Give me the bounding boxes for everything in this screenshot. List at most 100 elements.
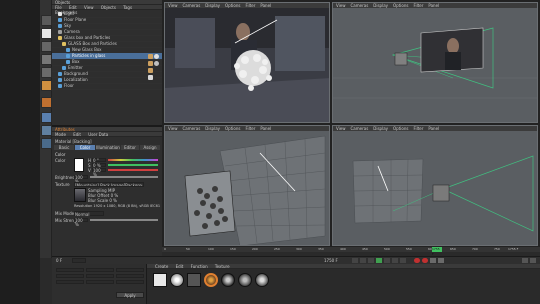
objects-panel: Objects File Edit View Objects Tags Book…: [52, 0, 162, 125]
cube-icon[interactable]: [41, 54, 52, 65]
texture-tag-icon[interactable]: [154, 61, 159, 66]
attributes-menu-user-data[interactable]: User Data: [88, 132, 108, 137]
start-frame-field[interactable]: [72, 258, 86, 263]
viewport-top-left[interactable]: ViewCamerasDisplayOptionsFilterPanel Per…: [164, 2, 330, 123]
material-swatch[interactable]: [238, 273, 252, 287]
v-slider[interactable]: [108, 169, 158, 171]
material-swatch[interactable]: [153, 273, 167, 287]
tick-label: 700: [472, 247, 478, 251]
next-frame-button[interactable]: [384, 258, 390, 263]
render-preview: [165, 8, 329, 122]
tick-label: 250: [274, 247, 280, 251]
tick-label: 300: [296, 247, 302, 251]
brightness-slider[interactable]: [90, 176, 158, 178]
attributes-menu-edit[interactable]: Edit: [73, 132, 81, 137]
tab-color[interactable]: Color: [75, 145, 95, 150]
go-end-button[interactable]: [400, 258, 406, 263]
sphere-icon[interactable]: [41, 67, 52, 78]
viewport-bottom-left[interactable]: ViewCamerasDisplayOptionsFilterPanel Per…: [164, 125, 330, 246]
brightness-field[interactable]: 100 %: [74, 175, 88, 184]
blur-scale-row[interactable]: Blur Scale 0 %: [88, 198, 117, 203]
size-x-field[interactable]: [86, 268, 114, 272]
coord-y-field[interactable]: [56, 274, 84, 278]
material-swatch[interactable]: [221, 273, 235, 287]
tick-label: 0: [164, 247, 166, 251]
settings-button[interactable]: [530, 258, 536, 263]
prev-key-button[interactable]: [360, 258, 366, 263]
cube-icon: [66, 60, 70, 64]
timeline-ruler[interactable]: 0 50 100 150 200 250 300 350 400 450 500…: [162, 247, 540, 256]
null-icon: [58, 78, 62, 82]
axis-icon[interactable]: [41, 138, 52, 149]
coord-z-field[interactable]: [56, 280, 84, 284]
material-menu-edit[interactable]: Edit: [176, 264, 184, 269]
material-swatch[interactable]: [187, 273, 201, 287]
viewport-bottom-right[interactable]: ViewCamerasDisplayOptionsFilterPanel Per…: [332, 125, 538, 246]
timeline-marker[interactable]: 1755 F: [432, 247, 442, 256]
coordinates-panel: Apply: [52, 264, 147, 304]
viewport-top-right[interactable]: ViewCamerasDisplayOptionsFilterPanel Per…: [332, 2, 538, 123]
keyframe-button[interactable]: [430, 258, 436, 263]
coord-x-field[interactable]: [56, 268, 84, 272]
prev-frame-button[interactable]: [368, 258, 374, 263]
texture-field[interactable]: [Mountains] Back Image[Background]: [74, 182, 144, 187]
v-field[interactable]: 100 %: [92, 168, 106, 177]
size-y-field[interactable]: [86, 274, 114, 278]
rot-h-field[interactable]: [116, 268, 144, 272]
material-swatch[interactable]: [170, 273, 184, 287]
tab-assign[interactable]: Assign: [140, 145, 160, 150]
objects-menu-tags[interactable]: Tags: [123, 5, 132, 10]
magnet-icon[interactable]: [41, 97, 52, 108]
material-menu-texture[interactable]: Texture: [215, 264, 230, 269]
h-field[interactable]: 0 °: [92, 158, 106, 163]
live-select-icon[interactable]: [41, 15, 52, 26]
material-manager: Create Edit Function Texture: [147, 264, 540, 304]
grid-icon[interactable]: [41, 41, 52, 52]
material-swatch[interactable]: [204, 273, 218, 287]
tag-column: [134, 11, 162, 91]
texture-icon[interactable]: [41, 125, 52, 136]
rot-p-field[interactable]: [116, 274, 144, 278]
h-slider[interactable]: [108, 159, 158, 161]
motion-record-button[interactable]: [438, 258, 444, 263]
go-start-button[interactable]: [352, 258, 358, 263]
s-slider[interactable]: [108, 164, 158, 166]
texture-tag-icon[interactable]: [148, 68, 153, 73]
autokey-button[interactable]: [422, 258, 428, 263]
material-name: Material [Backing]: [55, 139, 92, 144]
objects-menu-objects[interactable]: Objects: [101, 5, 116, 10]
layer-icon[interactable]: [41, 112, 52, 123]
objects-menu-view[interactable]: View: [84, 5, 94, 10]
mix-strength-slider[interactable]: [90, 219, 158, 221]
light-icon: [58, 12, 62, 16]
channel-v: V: [88, 168, 91, 173]
brush-icon[interactable]: [41, 80, 52, 91]
mix-mode-select[interactable]: Normal: [74, 211, 104, 217]
material-swatch[interactable]: [255, 273, 269, 287]
s-field[interactable]: 0 %: [92, 163, 106, 168]
pla-button[interactable]: [522, 258, 528, 263]
material-menu-create[interactable]: Create: [155, 264, 168, 269]
timeline-end-frame: 1755 F: [508, 247, 519, 251]
tab-illumination[interactable]: Illumination: [96, 145, 120, 150]
mix-strength-field[interactable]: 100 %: [74, 218, 88, 227]
color-swatch[interactable]: [74, 158, 84, 172]
rot-b-field[interactable]: [116, 280, 144, 284]
tab-basic[interactable]: Basic: [54, 145, 74, 150]
attributes-menu-mode[interactable]: Mode: [55, 132, 66, 137]
next-key-button[interactable]: [392, 258, 398, 263]
texture-tag-icon[interactable]: [148, 54, 153, 59]
object-label: Floor: [64, 83, 74, 88]
texture-tag-icon[interactable]: [154, 54, 159, 59]
size-z-field[interactable]: [86, 280, 114, 284]
play-button[interactable]: [376, 258, 382, 263]
material-menu-function[interactable]: Function: [191, 264, 208, 269]
plane-icon: [58, 18, 62, 22]
dice-icon[interactable]: [41, 28, 52, 39]
texture-tag-icon[interactable]: [148, 75, 153, 80]
tab-editor[interactable]: Editor: [121, 145, 139, 150]
apply-button[interactable]: Apply: [116, 292, 144, 298]
texture-tag-icon[interactable]: [148, 61, 153, 66]
record-button[interactable]: [414, 258, 420, 263]
null-icon: [58, 36, 62, 40]
